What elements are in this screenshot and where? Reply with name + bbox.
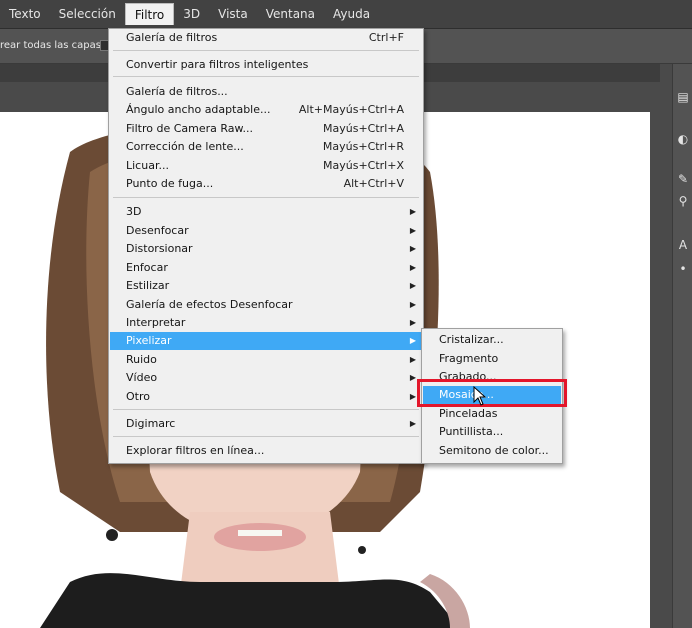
submenu-item-pinceladas[interactable]: Pinceladas: [423, 405, 561, 423]
brush-icon[interactable]: ✎: [676, 172, 690, 186]
submenu-arrow-icon: ▶: [409, 392, 416, 401]
panel-dock: ▤ ◐ ✎ ⚲ A •: [672, 64, 692, 628]
menu-item-label: Estilizar: [126, 279, 170, 292]
submenu-arrow-icon: ▶: [409, 355, 416, 364]
submenu-item-fragmento[interactable]: Fragmento: [423, 350, 561, 368]
paragraph-icon[interactable]: •: [676, 262, 690, 276]
menu-item-label: Interpretar: [126, 316, 186, 329]
menu-item-video[interactable]: Vídeo ▶: [110, 369, 422, 387]
submenu-arrow-icon: ▶: [409, 318, 416, 327]
menu-separator: [113, 409, 419, 410]
submenu-arrow-icon: ▶: [409, 300, 416, 309]
menu-item-label: Fragmento: [439, 352, 499, 365]
menu-item-galeria-efectos-desenfocar[interactable]: Galería de efectos Desenfocar ▶: [110, 296, 422, 314]
submenu-item-puntillista[interactable]: Puntillista...: [423, 423, 561, 441]
menu-item-shortcut: Alt+Ctrl+V: [343, 177, 404, 190]
submenu-arrow-icon: ▶: [409, 207, 416, 216]
menu-texto[interactable]: Texto: [0, 3, 50, 25]
menu-3d[interactable]: 3D: [174, 3, 209, 25]
submenu-item-cristalizar[interactable]: Cristalizar...: [423, 331, 561, 349]
submenu-arrow-icon: ▶: [409, 419, 416, 428]
menu-item-enfocar[interactable]: Enfocar ▶: [110, 259, 422, 277]
menu-item-label: Punto de fuga...: [126, 177, 214, 190]
menu-item-shortcut: Ctrl+F: [368, 31, 404, 44]
menu-item-label: Galería de efectos Desenfocar: [126, 298, 293, 311]
menu-bar: Texto Selección Filtro 3D Vista Ventana …: [0, 0, 692, 29]
submenu-arrow-icon: ▶: [409, 373, 416, 382]
menu-item-digimarc[interactable]: Digimarc ▶: [110, 415, 422, 433]
menu-item-3d[interactable]: 3D ▶: [110, 203, 422, 221]
submenu-arrow-icon: ▶: [409, 226, 416, 235]
submenu-arrow-icon: ▶: [409, 244, 416, 253]
menu-item-distorsionar[interactable]: Distorsionar ▶: [110, 240, 422, 258]
menu-item-shortcut: Mayús+Ctrl+R: [322, 140, 404, 153]
menu-item-label: Semitono de color...: [439, 444, 549, 457]
menu-item-label: Digimarc: [126, 417, 176, 430]
menu-separator: [113, 436, 419, 437]
menu-item-pixelizar[interactable]: Pixelizar ▶: [110, 332, 422, 350]
menu-item-galeria-filtros[interactable]: Galería de filtros...: [110, 83, 422, 101]
submenu-arrow-icon: ▶: [409, 281, 416, 290]
menu-item-desenfocar[interactable]: Desenfocar ▶: [110, 222, 422, 240]
menu-item-shortcut: Mayús+Ctrl+X: [323, 159, 404, 172]
submenu-arrow-icon: ▶: [409, 263, 416, 272]
menu-item-label: Filtro de Camera Raw...: [126, 122, 253, 135]
menu-item-correccion-lente[interactable]: Corrección de lente... Mayús+Ctrl+R: [110, 138, 422, 156]
tool-presets-icon[interactable]: ⚲: [676, 194, 690, 208]
menu-item-galeria-filtros-last[interactable]: Galería de filtros Ctrl+F: [110, 29, 422, 47]
menu-item-label: Desenfocar: [126, 224, 189, 237]
sample-all-layers-label: rear todas las capas: [0, 40, 101, 51]
menu-item-label: Otro: [126, 390, 150, 403]
menu-item-otro[interactable]: Otro ▶: [110, 388, 422, 406]
menu-item-label: 3D: [126, 205, 142, 218]
adjustments-icon[interactable]: ◐: [676, 132, 690, 146]
menu-separator: [113, 76, 419, 77]
menu-item-estilizar[interactable]: Estilizar ▶: [110, 277, 422, 295]
menu-item-label: Cristalizar...: [439, 333, 504, 346]
menu-item-label: Licuar...: [126, 159, 169, 172]
menu-item-label: Explorar filtros en línea...: [126, 444, 265, 457]
menu-item-interpretar[interactable]: Interpretar ▶: [110, 314, 422, 332]
menu-item-label: Convertir para filtros inteligentes: [126, 58, 309, 71]
menu-item-label: Pixelizar: [126, 334, 172, 347]
menu-seleccion[interactable]: Selección: [50, 3, 125, 25]
menu-ayuda[interactable]: Ayuda: [324, 3, 379, 25]
menu-item-label: Puntillista...: [439, 425, 504, 438]
submenu-arrow-icon: ▶: [409, 336, 416, 345]
menu-item-explorar-filtros[interactable]: Explorar filtros en línea...: [110, 442, 422, 460]
character-icon[interactable]: A: [676, 238, 690, 252]
menu-item-label: Vídeo: [126, 371, 158, 384]
layers-icon[interactable]: ▤: [676, 90, 690, 104]
menu-item-camera-raw[interactable]: Filtro de Camera Raw... Mayús+Ctrl+A: [110, 120, 422, 138]
menu-item-label: Distorsionar: [126, 242, 193, 255]
menu-item-punto-fuga[interactable]: Punto de fuga... Alt+Ctrl+V: [110, 175, 422, 193]
menu-item-label: Ángulo ancho adaptable...: [126, 103, 271, 116]
menu-item-label: Enfocar: [126, 261, 168, 274]
arrow-pointer-icon: [473, 386, 487, 406]
menu-item-label: Galería de filtros...: [126, 85, 228, 98]
menu-item-convertir-filtros-inteligentes[interactable]: Convertir para filtros inteligentes: [110, 56, 422, 74]
menu-item-shortcut: Alt+Mayús+Ctrl+A: [298, 103, 404, 116]
highlight-annotation-box: [417, 379, 567, 407]
menu-ventana[interactable]: Ventana: [257, 3, 324, 25]
menu-item-ruido[interactable]: Ruido ▶: [110, 351, 422, 369]
menu-item-label: Galería de filtros: [126, 31, 218, 44]
menu-vista[interactable]: Vista: [209, 3, 257, 25]
menu-item-angulo-ancho[interactable]: Ángulo ancho adaptable... Alt+Mayús+Ctrl…: [110, 101, 422, 119]
menu-separator: [113, 50, 419, 51]
filter-menu: Galería de filtros Ctrl+F Convertir para…: [108, 28, 424, 464]
menu-separator: [113, 197, 419, 198]
menu-filtro[interactable]: Filtro: [124, 3, 175, 25]
menu-item-label: Ruido: [126, 353, 157, 366]
menu-item-label: Pinceladas: [439, 407, 498, 420]
menu-item-licuar[interactable]: Licuar... Mayús+Ctrl+X: [110, 157, 422, 175]
menu-item-label: Corrección de lente...: [126, 140, 244, 153]
menu-item-shortcut: Mayús+Ctrl+A: [323, 122, 404, 135]
submenu-item-semitono-color[interactable]: Semitono de color...: [423, 442, 561, 460]
